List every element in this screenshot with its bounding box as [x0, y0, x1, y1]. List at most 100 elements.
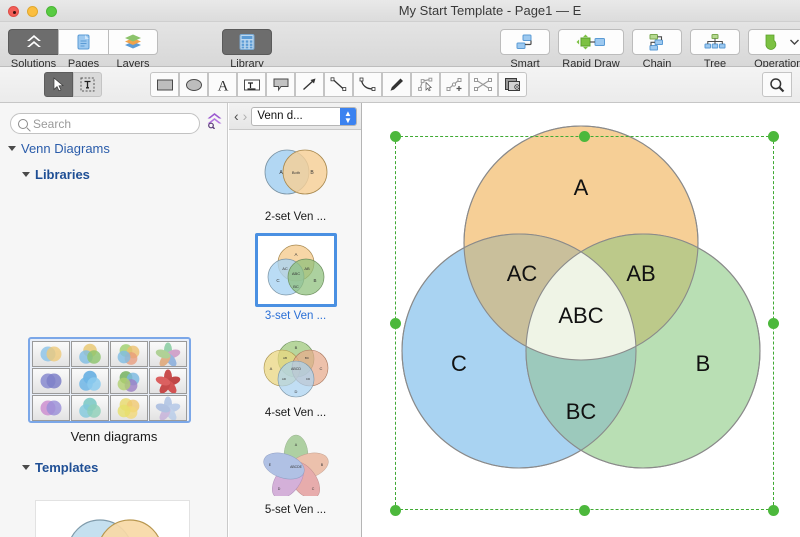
toolbar-right-group: Smart Rapid Draw Chain — [500, 29, 800, 55]
nav-back-icon[interactable]: ‹ — [234, 109, 239, 123]
chain-button[interactable]: Chain — [632, 29, 682, 55]
sidebar-item-templates[interactable]: Templates — [22, 460, 98, 475]
chain-connector-icon — [644, 32, 670, 52]
library-icon-cell[interactable] — [32, 341, 70, 367]
venn-library-grid[interactable] — [28, 337, 191, 423]
library-icon-cell[interactable] — [71, 368, 109, 394]
library-item-4set[interactable]: B A C D ABCD AB BC AD CD 4-set Ven ... — [229, 326, 362, 423]
sidebar-item-libraries[interactable]: Libraries — [22, 167, 90, 182]
solutions-search-icon[interactable] — [206, 112, 223, 129]
ellipse-tool[interactable] — [179, 72, 208, 97]
library-icon-cell[interactable] — [71, 395, 109, 421]
curve-tool[interactable] — [353, 72, 382, 97]
line-segment-icon — [330, 77, 347, 92]
toolbar-left-group: Solutions Pages Layers — [8, 29, 158, 55]
operations-button[interactable]: Operations — [748, 29, 800, 55]
sidebar-item-label: Templates — [35, 460, 98, 475]
search-input[interactable]: Search — [10, 113, 200, 134]
stepper-icon[interactable]: ▲▼ — [340, 107, 356, 126]
layers-button[interactable]: Layers — [108, 29, 158, 55]
connect-points-icon — [474, 77, 493, 92]
edit-points-tool[interactable] — [411, 72, 440, 97]
resize-handle-se[interactable] — [768, 505, 779, 516]
resize-handle-ne[interactable] — [768, 131, 779, 142]
shadow-tool[interactable] — [498, 72, 527, 97]
library-item-thumbnail: A Both B — [256, 136, 336, 208]
library-icon-cell[interactable] — [32, 395, 70, 421]
library-icon-cell[interactable] — [149, 341, 187, 367]
search-placeholder: Search — [33, 117, 71, 131]
library-icon-cell[interactable] — [110, 341, 148, 367]
tree-button[interactable]: Tree — [690, 29, 740, 55]
disclosure-triangle-icon[interactable] — [22, 172, 30, 177]
text-tool[interactable]: A — [208, 72, 237, 97]
add-point-tool[interactable] — [440, 72, 469, 97]
svg-text:A: A — [294, 252, 297, 257]
library-icon-cell[interactable] — [149, 368, 187, 394]
ellipse-icon — [185, 78, 203, 92]
disclosure-triangle-icon[interactable] — [22, 465, 30, 470]
text-select-tool[interactable] — [73, 72, 102, 97]
library-items-list: A Both B 2-set Ven ... A AC AB ABC C B — [229, 130, 362, 520]
document-canvas[interactable]: A AC AB ABC C B BC — [363, 103, 800, 537]
arrow-tool[interactable] — [295, 72, 324, 97]
nav-forward-icon[interactable]: › — [243, 109, 248, 123]
resize-handle-e[interactable] — [768, 318, 779, 329]
library-icon-cell[interactable] — [149, 395, 187, 421]
tree-connector-icon — [702, 32, 728, 52]
svg-text:BC: BC — [293, 284, 299, 289]
search-field-wrapper: Search — [10, 113, 200, 134]
three-set-venn-thumb: A AC AB ABC C B BC — [261, 239, 331, 301]
selection-rectangle — [395, 136, 774, 510]
text-box-tool[interactable] — [237, 72, 266, 97]
library-selector[interactable]: Venn d... ▲▼ — [251, 107, 357, 126]
callout-tool[interactable] — [266, 72, 295, 97]
pointer-tool[interactable] — [44, 72, 73, 97]
svg-text:B: B — [313, 278, 316, 283]
resize-handle-sw[interactable] — [390, 505, 401, 516]
template-thumbnail-2set[interactable] — [35, 500, 190, 537]
add-point-icon — [446, 77, 464, 92]
sidebar-item-venn-diagrams[interactable]: Venn Diagrams — [8, 141, 110, 156]
text-box-icon — [243, 78, 261, 92]
resize-handle-nw[interactable] — [390, 131, 401, 142]
library-icon-cell[interactable] — [71, 341, 109, 367]
library-item-2set[interactable]: A Both B 2-set Ven ... — [229, 130, 362, 227]
library-item-5set[interactable]: A B C D E ABCDE 5-set Ven ... — [229, 423, 362, 520]
library-item-label: 3-set Ven ... — [229, 310, 362, 322]
search-icon — [18, 119, 28, 129]
resize-handle-n[interactable] — [579, 131, 590, 142]
library-caption: Venn diagrams — [0, 429, 228, 444]
library-item-label: 4-set Ven ... — [229, 407, 362, 419]
svg-text:D: D — [294, 389, 297, 394]
solutions-button[interactable]: Solutions — [8, 29, 58, 55]
library-icon-cell[interactable] — [110, 395, 148, 421]
library-grid-icon — [238, 33, 256, 51]
library-item-3set[interactable]: A AC AB ABC C B BC 3-set Ven ... — [229, 227, 362, 326]
window-title: My Start Template - Page1 — E — [0, 3, 800, 18]
svg-text:C: C — [311, 487, 314, 491]
rectangle-tool[interactable] — [150, 72, 179, 97]
zoom-tool[interactable] — [762, 72, 792, 97]
connect-tool[interactable] — [469, 72, 498, 97]
chevron-down-icon[interactable] — [789, 38, 800, 46]
library-icon-cell[interactable] — [32, 368, 70, 394]
library-button[interactable]: Library — [222, 29, 272, 55]
disclosure-triangle-icon[interactable] — [8, 146, 16, 151]
line-tool[interactable] — [324, 72, 353, 97]
library-panel-header: ‹ › Venn d... ▲▼ — [229, 103, 362, 130]
library-item-thumbnail: A B C D E ABCDE — [256, 429, 336, 501]
svg-text:AC: AC — [282, 266, 288, 271]
smart-button[interactable]: Smart — [500, 29, 550, 55]
resize-handle-s[interactable] — [579, 505, 590, 516]
resize-handle-w[interactable] — [390, 318, 401, 329]
pages-button[interactable]: Pages — [58, 29, 108, 55]
pen-tool[interactable] — [382, 72, 411, 97]
rapid-draw-button[interactable]: Rapid Draw — [558, 29, 624, 55]
library-item-thumbnail: A AC AB ABC C B BC — [255, 233, 337, 307]
library-icon-cell[interactable] — [110, 368, 148, 394]
edit-points-icon — [417, 77, 435, 92]
curve-icon — [359, 77, 376, 92]
arrow-cursor-icon — [52, 77, 65, 92]
callout-bubble-icon — [272, 77, 290, 92]
